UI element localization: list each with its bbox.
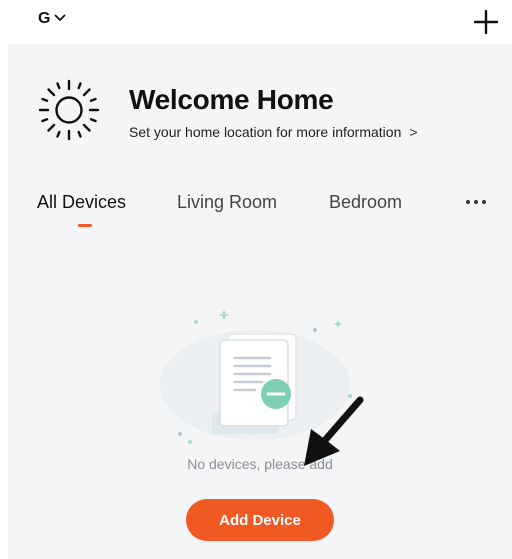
active-tab-indicator — [78, 224, 92, 227]
welcome-title: Welcome Home — [129, 84, 334, 115]
set-location-link[interactable]: Set your home location for more informat… — [129, 124, 418, 140]
home-initial: G — [38, 10, 51, 27]
tab-living-room[interactable]: Living Room — [177, 192, 277, 213]
top-bar: G — [0, 0, 512, 44]
tab-bedroom[interactable]: Bedroom — [329, 192, 402, 213]
tab-all-devices[interactable]: All Devices — [37, 192, 126, 213]
add-device-button[interactable]: Add Device — [186, 499, 334, 541]
set-location-text: Set your home location for more informat… — [129, 124, 402, 140]
empty-state-message: No devices, please add — [187, 456, 333, 472]
chevron-down-icon — [54, 9, 66, 27]
room-tabs: All Devices Living Room Bedroom — [0, 192, 512, 232]
more-horizontal-icon[interactable] — [466, 200, 486, 204]
arrow-pointer-icon — [298, 396, 368, 477]
plus-icon — [473, 9, 499, 35]
add-button[interactable] — [470, 6, 502, 38]
sun-icon — [37, 78, 101, 147]
home-switcher[interactable]: G — [38, 10, 66, 28]
chevron-right-icon: > — [409, 124, 418, 140]
